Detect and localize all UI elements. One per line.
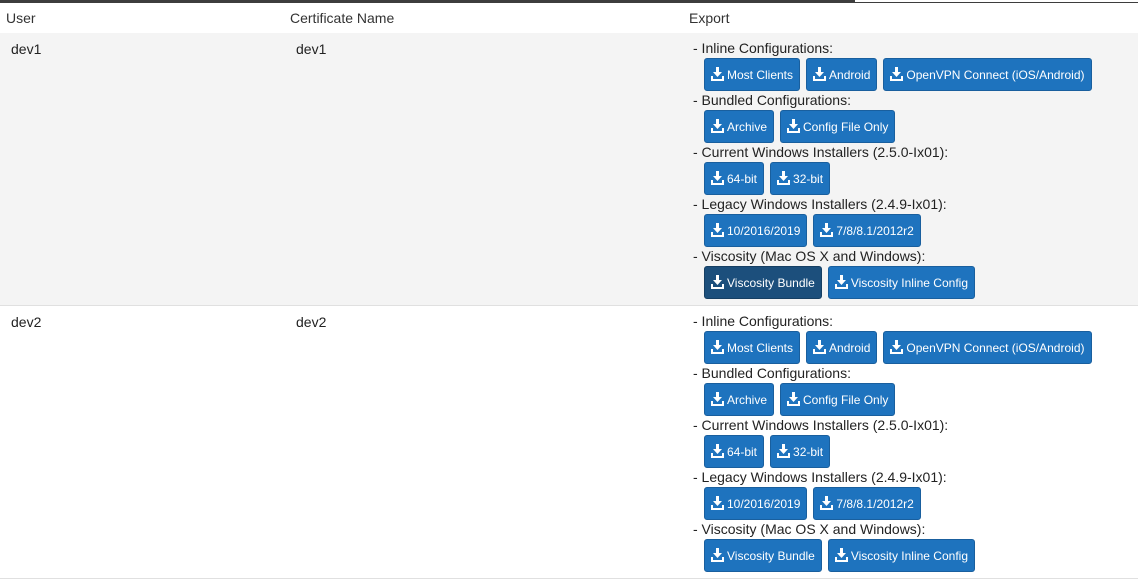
32-bit-button[interactable]: 32-bit (770, 162, 831, 195)
button-group-current-windows: 64-bit 32-bit (693, 161, 1133, 195)
most-clients-button[interactable]: Most Clients (704, 331, 801, 364)
section-label-viscosity: - Viscosity (Mac OS X and Windows): (693, 521, 926, 537)
download-icon (711, 275, 724, 289)
table-row: dev2 dev2 - Inline Configurations: Most … (0, 306, 1138, 579)
export-cell: - Inline Configurations: Most Clients And… (693, 312, 1133, 572)
download-icon (711, 171, 724, 185)
windows-7-8-2012r2-button[interactable]: 7/8/8.1/2012r2 (813, 214, 921, 247)
download-icon (777, 444, 791, 458)
download-icon (787, 392, 801, 406)
viscosity-bundle-button[interactable]: Viscosity Bundle (704, 539, 822, 572)
button-label: OpenVPN Connect (iOS/Android) (906, 68, 1085, 82)
table-row: dev1 dev1 - Inline Configurations: Most … (0, 33, 1138, 306)
viscosity-inline-config-button[interactable]: Viscosity Inline Config (827, 266, 975, 299)
windows-10-2016-2019-button[interactable]: 10/2016/2019 (704, 214, 808, 247)
button-group-bundled: Archive Config File Only (693, 109, 1133, 143)
viscosity-bundle-button[interactable]: Viscosity Bundle (704, 266, 822, 299)
download-icon (711, 548, 724, 562)
header-export: Export (689, 10, 730, 26)
header-user: User (6, 10, 36, 26)
button-label: 32-bit (793, 445, 824, 459)
certificate-cell: dev2 (296, 314, 327, 330)
button-label: 32-bit (793, 172, 824, 186)
button-group-legacy-windows: 10/2016/2019 7/8/8.1/2012r2 (693, 213, 1133, 247)
openvpn-connect-button[interactable]: OpenVPN Connect (iOS/Android) (883, 58, 1092, 91)
section-label-bundled: - Bundled Configurations: (693, 365, 851, 381)
most-clients-button[interactable]: Most Clients (704, 58, 801, 91)
button-label: OpenVPN Connect (iOS/Android) (906, 341, 1085, 355)
config-file-only-button[interactable]: Config File Only (780, 383, 896, 416)
user-cell: dev1 (11, 41, 42, 57)
download-icon (813, 67, 827, 81)
download-icon (777, 171, 791, 185)
button-group-bundled: Archive Config File Only (693, 382, 1133, 416)
export-cell: - Inline Configurations: Most Clients And… (693, 39, 1133, 299)
button-label: 10/2016/2019 (727, 224, 801, 238)
button-label: Archive (727, 120, 768, 134)
section-label-legacy-windows: - Legacy Windows Installers (2.4.9-Ix01)… (693, 196, 947, 212)
button-label: Viscosity Inline Config (850, 549, 968, 563)
button-group-current-windows: 64-bit 32-bit (693, 434, 1133, 468)
button-label: 10/2016/2019 (727, 497, 801, 511)
button-label: Viscosity Bundle (727, 549, 815, 563)
download-icon (787, 119, 801, 133)
header-certificate-name: Certificate Name (290, 10, 395, 26)
download-icon (711, 223, 724, 237)
windows-7-8-2012r2-button[interactable]: 7/8/8.1/2012r2 (813, 487, 921, 520)
download-icon (813, 340, 827, 354)
download-icon (834, 275, 848, 289)
button-group-legacy-windows: 10/2016/2019 7/8/8.1/2012r2 (693, 486, 1133, 520)
button-label: Archive (727, 393, 768, 407)
button-label: 7/8/8.1/2012r2 (836, 497, 914, 511)
section-label-inline: - Inline Configurations: (693, 313, 834, 329)
download-icon (834, 548, 848, 562)
button-label: Viscosity Bundle (727, 276, 815, 290)
button-label: Android (829, 68, 871, 82)
section-label-legacy-windows: - Legacy Windows Installers (2.4.9-Ix01)… (693, 469, 947, 485)
android-button[interactable]: Android (806, 331, 878, 364)
section-label-current-windows: - Current Windows Installers (2.5.0-Ix01… (693, 144, 949, 160)
windows-10-2016-2019-button[interactable]: 10/2016/2019 (704, 487, 808, 520)
button-group-inline: Most Clients Android OpenVPN Connect (iOS/… (693, 330, 1133, 364)
download-icon (890, 67, 904, 81)
button-group-viscosity: Viscosity Bundle Viscosity Inline Config (693, 538, 1133, 572)
button-group-viscosity: Viscosity Bundle Viscosity Inline Config (693, 265, 1133, 299)
button-label: Most Clients (727, 341, 794, 355)
archive-button[interactable]: Archive (704, 110, 775, 143)
archive-button[interactable]: Archive (704, 383, 775, 416)
section-label-current-windows: - Current Windows Installers (2.5.0-Ix01… (693, 417, 949, 433)
android-button[interactable]: Android (806, 58, 878, 91)
button-label: Config File Only (803, 393, 889, 407)
download-icon (711, 496, 724, 510)
button-label: 64-bit (727, 172, 758, 186)
viscosity-inline-config-button[interactable]: Viscosity Inline Config (827, 539, 975, 572)
button-label: Most Clients (727, 68, 794, 82)
certificate-cell: dev1 (296, 41, 327, 57)
section-label-bundled: - Bundled Configurations: (693, 92, 851, 108)
download-icon (820, 223, 834, 237)
button-group-inline: Most Clients Android OpenVPN Connect (iOS/… (693, 57, 1133, 91)
section-label-viscosity: - Viscosity (Mac OS X and Windows): (693, 248, 926, 264)
download-icon (711, 444, 724, 458)
table-header: User Certificate Name Export (0, 3, 1138, 34)
download-icon (711, 340, 724, 354)
openvpn-connect-button[interactable]: OpenVPN Connect (iOS/Android) (883, 331, 1092, 364)
config-file-only-button[interactable]: Config File Only (780, 110, 896, 143)
button-label: 7/8/8.1/2012r2 (836, 224, 914, 238)
top-border-gap (855, 0, 1138, 2)
button-label: Android (829, 341, 871, 355)
64-bit-button[interactable]: 64-bit (704, 435, 765, 468)
user-cell: dev2 (11, 314, 42, 330)
button-label: 64-bit (727, 445, 758, 459)
download-icon (711, 67, 724, 81)
download-icon (711, 392, 724, 406)
64-bit-button[interactable]: 64-bit (704, 162, 765, 195)
download-icon (890, 340, 904, 354)
section-label-inline: - Inline Configurations: (693, 40, 834, 56)
32-bit-button[interactable]: 32-bit (770, 435, 831, 468)
download-icon (820, 496, 834, 510)
button-label: Viscosity Inline Config (850, 276, 968, 290)
button-label: Config File Only (803, 120, 889, 134)
download-icon (711, 119, 724, 133)
